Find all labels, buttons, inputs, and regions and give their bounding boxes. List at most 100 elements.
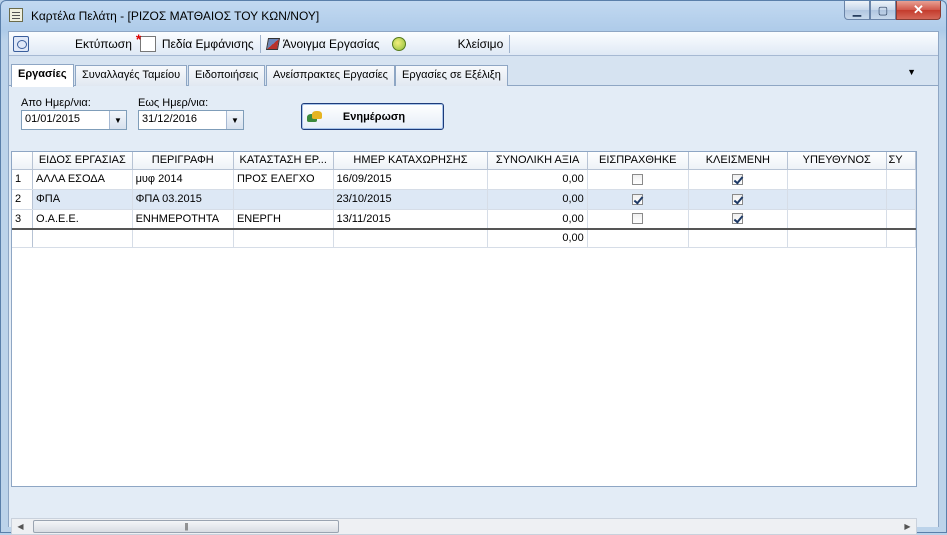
to-date-label: Εως Ημερ/νια: <box>138 97 209 109</box>
closed-cell[interactable] <box>688 169 788 190</box>
tab-uncollected-tasks[interactable]: Ανείσπρακτες Εργασίες <box>266 65 395 86</box>
client-area: Εκτύπωση Πεδία Εμφάνισης Άνοιγμα Εργασία… <box>8 31 939 535</box>
tab-notifications[interactable]: Ειδοποιήσεις <box>188 65 266 86</box>
column-header[interactable]: ΗΜΕΡ ΚΑΤΑΧΩΡΗΣΗΣ <box>333 152 489 170</box>
from-date-picker[interactable]: 01/01/2015 ▼ <box>21 110 127 130</box>
scrollbar-thumb[interactable]: ||| <box>33 520 339 533</box>
registration-date-cell[interactable]: 13/11/2015 <box>333 209 489 230</box>
print-button[interactable]: Εκτύπωση <box>71 33 136 55</box>
collected-cell[interactable] <box>587 189 689 210</box>
tab-label: Εργασίες σε Εξέλιξη <box>402 69 501 81</box>
description-cell[interactable]: ΕΝΗΜΕΡΟΤΗΤΑ <box>132 209 234 230</box>
closed-checkbox[interactable] <box>732 193 744 205</box>
registration-date-cell[interactable]: 23/10/2015 <box>333 189 489 210</box>
collected-cell[interactable] <box>587 209 689 230</box>
title-bar[interactable]: Καρτέλα Πελάτη - [ΡΙΖΟΣ ΜΑΤΘΑΙΟΣ ΤΟΥ ΚΩΝ… <box>1 1 946 31</box>
print-preview-icon <box>13 35 29 52</box>
customer-card-window: Καρτέλα Πελάτη - [ΡΙΖΟΣ ΜΑΤΘΑΙΟΣ ΤΟΥ ΚΩΝ… <box>0 0 947 535</box>
tab-tasks[interactable]: Εργασίες <box>11 64 74 87</box>
summary-cell <box>688 228 788 248</box>
status-cell[interactable] <box>233 189 334 210</box>
column-header[interactable]: ΚΛΕΙΣΜΕΝΗ <box>688 152 788 170</box>
collected-cell[interactable] <box>587 169 689 190</box>
summary-cell <box>233 228 334 248</box>
display-fields-button[interactable]: Πεδία Εμφάνισης <box>136 31 258 55</box>
table-row[interactable]: 2 ΦΠΑ ΦΠΑ 03.2015 23/10/2015 0,00 <box>12 189 916 210</box>
column-header[interactable]: ΣΥ <box>886 152 916 170</box>
total-value-cell[interactable]: 0,00 <box>487 169 588 190</box>
window-title: Καρτέλα Πελάτη - [ΡΙΖΟΣ ΜΑΤΘΑΙΟΣ ΤΟΥ ΚΩΝ… <box>31 9 320 23</box>
row-number <box>12 228 34 248</box>
print-preview-button[interactable] <box>9 33 41 55</box>
table-row[interactable]: 1 ΑΛΛΑ ΕΣΟΔΑ μυφ 2014 ΠΡΟΣ ΕΛΕΓΧΟ 16/09/… <box>12 169 916 190</box>
responsible-cell[interactable] <box>787 189 887 210</box>
tab-label: Ειδοποιήσεις <box>195 69 259 81</box>
close-action-icon <box>391 36 406 51</box>
grid-header-row: ΕΙΔΟΣ ΕΡΓΑΣΙΑΣ ΠΕΡΙΓΡΑΦΗ ΚΑΤΑΣΤΑΣΗ ΕΡ...… <box>12 152 916 170</box>
responsible-cell[interactable] <box>787 169 887 190</box>
total-value-cell[interactable]: 0,00 <box>487 209 588 230</box>
tab-cash-transactions[interactable]: Συναλλαγές Ταμείου <box>75 65 188 86</box>
open-task-button[interactable]: Άνοιγμα Εργασίας <box>263 33 384 55</box>
summary-cell <box>886 228 916 248</box>
print-label: Εκτύπωση <box>75 36 132 51</box>
to-date-picker[interactable]: 31/12/2016 ▼ <box>138 110 244 130</box>
tasks-grid[interactable]: ΕΙΔΟΣ ΕΡΓΑΣΙΑΣ ΠΕΡΙΓΡΑΦΗ ΚΑΤΑΣΤΑΣΗ ΕΡ...… <box>11 151 917 487</box>
to-date-value: 31/12/2016 <box>142 113 198 125</box>
status-cell[interactable]: ΕΝΕΡΓΗ <box>233 209 334 230</box>
refresh-label: Ενημέρωση <box>342 110 406 123</box>
closed-cell[interactable] <box>688 209 788 230</box>
status-cell[interactable]: ΠΡΟΣ ΕΛΕΓΧΟ <box>233 169 334 190</box>
app-icon <box>9 8 23 22</box>
display-fields-label: Πεδία Εμφάνισης <box>161 36 254 51</box>
refresh-button[interactable]: Ενημέρωση <box>301 103 444 130</box>
summary-cell <box>787 228 887 248</box>
column-header[interactable]: ΕΙΔΟΣ ΕΡΓΑΣΙΑΣ <box>32 152 133 170</box>
minimize-icon: ▁ <box>852 4 862 17</box>
minimize-button[interactable]: ▁ <box>844 1 870 20</box>
extra-cell[interactable] <box>886 189 916 210</box>
collected-checkbox[interactable] <box>632 173 644 185</box>
task-type-cell[interactable]: ΑΛΛΑ ΕΣΟΔΑ <box>32 169 133 190</box>
horizontal-scrollbar[interactable]: ◀ ||| ▶ <box>11 518 917 535</box>
toolbar: Εκτύπωση Πεδία Εμφάνισης Άνοιγμα Εργασία… <box>9 31 938 56</box>
registration-date-cell[interactable]: 16/09/2015 <box>333 169 489 190</box>
close-window-button[interactable]: ✕ <box>896 1 941 20</box>
from-date-label: Απο Ημερ/νια: <box>21 97 91 109</box>
column-header[interactable]: ΠΕΡΙΓΡΑΦΗ <box>132 152 234 170</box>
total-value-cell[interactable]: 0,00 <box>487 189 588 210</box>
table-row[interactable]: 3 Ο.Α.Ε.Ε. ΕΝΗΜΕΡΟΤΗΤΑ ΕΝΕΡΓΗ 13/11/2015… <box>12 209 916 230</box>
task-type-cell[interactable]: Ο.Α.Ε.Ε. <box>32 209 133 230</box>
chevron-down-icon[interactable]: ▼ <box>226 111 243 129</box>
close-action-icon-button[interactable] <box>388 33 410 55</box>
extra-cell[interactable] <box>886 169 916 190</box>
open-task-label: Άνοιγμα Εργασίας <box>282 36 380 51</box>
column-header[interactable]: ΕΙΣΠΡΑΧΘΗΚΕ <box>587 152 689 170</box>
description-cell[interactable]: ΦΠΑ 03.2015 <box>132 189 234 210</box>
closed-cell[interactable] <box>688 189 788 210</box>
closed-checkbox[interactable] <box>732 173 744 185</box>
row-number: 3 <box>12 209 34 230</box>
collected-checkbox[interactable] <box>632 193 644 205</box>
description-cell[interactable]: μυφ 2014 <box>132 169 234 190</box>
extra-cell[interactable] <box>886 209 916 230</box>
column-header[interactable]: ΚΑΤΑΣΤΑΣΗ ΕΡ... <box>233 152 334 170</box>
tab-list-dropdown-icon[interactable]: ▼ <box>907 67 916 77</box>
summary-cell <box>32 228 133 248</box>
column-header[interactable]: ΣΥΝΟΛΙΚΗ ΑΞΙΑ <box>487 152 588 170</box>
scroll-right-icon[interactable]: ▶ <box>899 519 916 534</box>
tab-tasks-in-progress[interactable]: Εργασίες σε Εξέλιξη <box>395 65 508 86</box>
column-header[interactable]: ΥΠΕΥΘΥΝΟΣ <box>787 152 887 170</box>
collected-checkbox[interactable] <box>632 213 644 225</box>
chevron-down-icon[interactable]: ▼ <box>109 111 126 129</box>
scroll-left-icon[interactable]: ◀ <box>12 519 29 534</box>
close-icon: ✕ <box>913 2 924 17</box>
sum-total-value: 0,00 <box>487 228 588 248</box>
close-button[interactable]: Κλείσιμο <box>454 33 508 55</box>
row-number: 1 <box>12 169 34 190</box>
closed-checkbox[interactable] <box>732 213 744 225</box>
row-selector-header[interactable] <box>12 152 34 170</box>
responsible-cell[interactable] <box>787 209 887 230</box>
task-type-cell[interactable]: ΦΠΑ <box>32 189 133 210</box>
maximize-button[interactable]: ▢ <box>870 1 896 20</box>
